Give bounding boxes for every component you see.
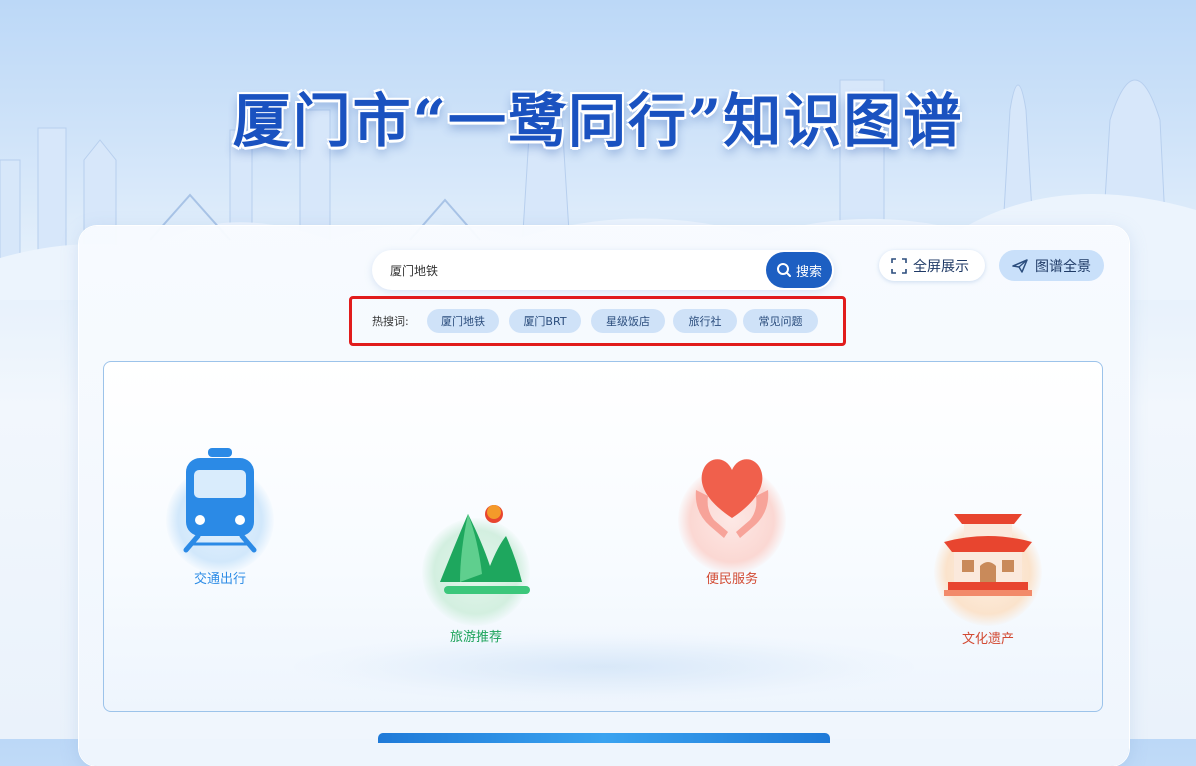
hot-tag-xiamen-metro[interactable]: 厦门地铁 — [427, 309, 499, 333]
search-input[interactable]: 厦门地铁 — [390, 262, 438, 279]
fullscreen-icon — [891, 257, 907, 274]
category-cultural-heritage[interactable]: 文化遗产 — [918, 502, 1058, 652]
graph-overview-button-label: 图谱全景 — [1035, 258, 1091, 275]
hot-search-label: 热搜词: — [372, 315, 409, 328]
mountain-icon — [440, 505, 530, 594]
category-public-service-label: 便民服务 — [705, 572, 758, 587]
search-button-label: 搜索 — [795, 264, 822, 280]
hot-tag-xiamen-brt[interactable]: 厦门BRT — [509, 309, 581, 333]
search-icon — [776, 263, 791, 277]
showcase-stage — [294, 632, 914, 702]
fullscreen-button-label: 全屏展示 — [913, 258, 969, 275]
hot-tag-star-hotel[interactable]: 星级饭店 — [591, 309, 665, 333]
search-button[interactable]: 搜索 — [766, 252, 832, 288]
category-cultural-heritage-label: 文化遗产 — [961, 632, 1014, 647]
category-tourism[interactable]: 旅游推荐 — [406, 502, 546, 652]
train-icon — [183, 448, 257, 553]
category-tourism-label: 旅游推荐 — [449, 630, 502, 645]
fullscreen-button[interactable]: 全屏展示 — [879, 250, 985, 281]
graph-overview-button[interactable]: 图谱全景 — [999, 250, 1104, 281]
heart-hands-icon — [695, 459, 769, 538]
pavilion-icon — [944, 514, 1032, 596]
category-public-service[interactable]: 便民服务 — [662, 446, 802, 596]
page-title: 厦门市“一鹭同行”知识图谱 — [232, 87, 964, 155]
category-transport[interactable]: 交通出行 — [150, 446, 290, 596]
category-transport-label: 交通出行 — [193, 572, 246, 587]
hot-tag-travel-agency[interactable]: 旅行社 — [673, 309, 737, 333]
hot-tag-faq[interactable]: 常见问题 — [743, 309, 818, 333]
search-bar: 厦门地铁 搜索 — [372, 250, 834, 290]
bottom-banner — [378, 733, 830, 743]
hot-search-section: 热搜词: 厦门地铁 厦门BRT 星级饭店 旅行社 常见问题 — [349, 296, 846, 346]
category-showcase: 交通出行 旅游推荐 便民服务 文化遗产 — [103, 361, 1103, 712]
graph-overview-icon — [1012, 258, 1028, 273]
